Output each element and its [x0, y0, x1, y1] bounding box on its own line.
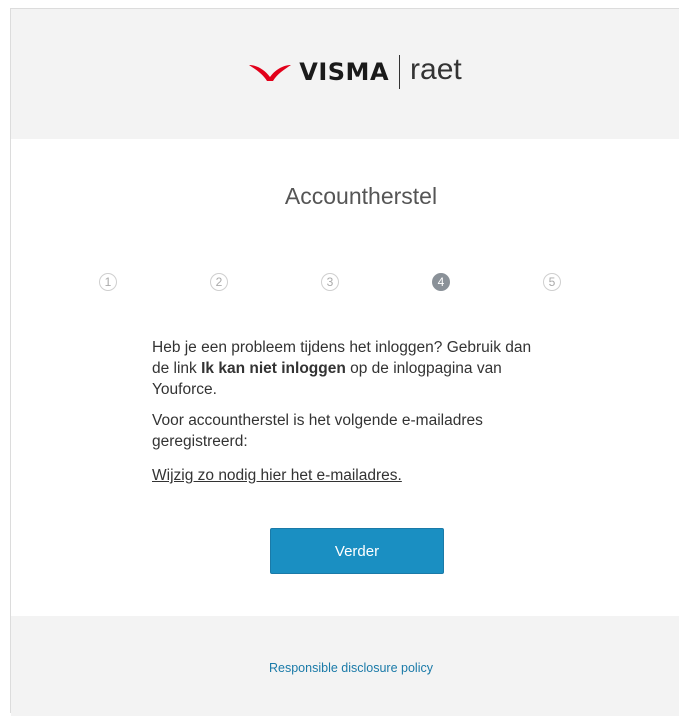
main-content: Accountherstel 1 2 3 4 5 Heb je een prob… — [11, 139, 679, 617]
visma-raet-logo: VISMA raet — [247, 53, 462, 89]
step-4-active: 4 — [432, 273, 450, 291]
login-card: VISMA raet Accountherstel 1 2 3 4 5 Heb … — [10, 8, 679, 716]
registered-email-paragraph: Voor accountherstel is het volgende e-ma… — [152, 412, 483, 450]
info-text: Heb je een probleem tijdens het inloggen… — [152, 337, 542, 486]
footer: Responsible disclosure policy — [11, 616, 679, 716]
step-3: 3 — [321, 273, 339, 291]
page-title: Accountherstel — [284, 183, 438, 209]
change-email-link[interactable]: Wijzig zo nodig hier het e-mailadres. — [152, 465, 402, 486]
visma-logo-mark-icon — [249, 65, 292, 81]
logo-raet-text: raet — [410, 53, 462, 86]
step-5: 5 — [543, 273, 561, 291]
step-2: 2 — [210, 273, 228, 291]
logo-divider — [399, 55, 401, 89]
header: VISMA raet — [11, 9, 679, 139]
step-indicator: 1 2 3 4 5 — [11, 273, 679, 297]
cannot-login-link-name: Ik kan niet inloggen — [201, 360, 346, 377]
next-button[interactable]: Verder — [270, 528, 444, 574]
step-1: 1 — [99, 273, 117, 291]
responsible-disclosure-link[interactable]: Responsible disclosure policy — [11, 661, 679, 675]
problem-paragraph: Heb je een probleem tijdens het inloggen… — [152, 337, 542, 400]
logo-visma-text: VISMA — [299, 58, 390, 86]
